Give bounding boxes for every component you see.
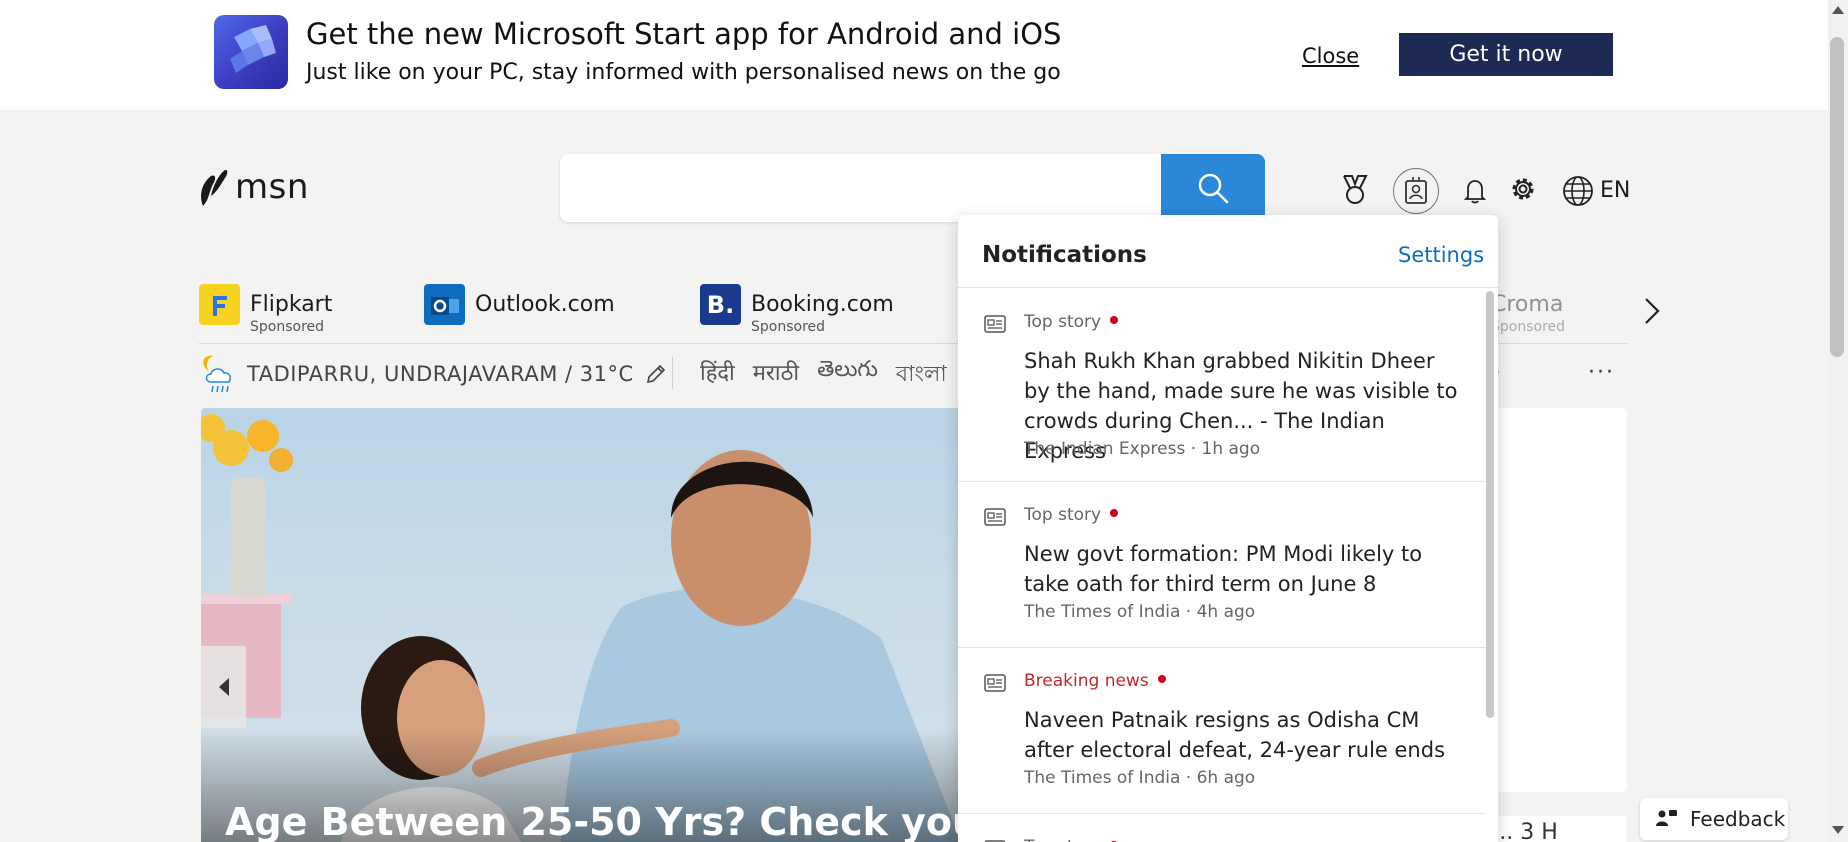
carousel-prev-button[interactable] (201, 646, 246, 728)
notification-kind: Top story (1024, 312, 1119, 332)
gear-icon[interactable] (1508, 174, 1538, 204)
weather-widget[interactable]: TADIPARRU, UNDRAJAVARAM / 31°C (199, 354, 668, 394)
promo-subtitle: Just like on your PC, stay informed with… (306, 60, 1061, 85)
news-icon (984, 508, 1006, 526)
unread-dot (1157, 675, 1166, 683)
quicklink-booking[interactable]: B. Booking.com Sponsored (700, 284, 894, 334)
scroll-up-arrow-icon[interactable] (1832, 6, 1844, 14)
hero-illustration (201, 414, 961, 842)
page-scrollbar-thumb[interactable] (1830, 37, 1844, 357)
notification-kind: Top story (1024, 505, 1119, 525)
notification-meta: The Times of India · 6h ago (1024, 768, 1256, 788)
moon-cloud-rain-icon (203, 355, 231, 393)
quicklink-flipkart[interactable]: Flipkart Sponsored (199, 284, 332, 334)
quicklink-name: Outlook.com (475, 292, 615, 317)
notification-item[interactable]: Breaking news Naveen Patnaik resigns as … (958, 648, 1486, 814)
language-link-hindi[interactable]: हिंदी (700, 357, 735, 394)
notification-kind: Top story (1024, 837, 1119, 842)
notifications-panel: Notifications Settings Top story Shah Ru… (958, 215, 1498, 842)
quicklink-name: Croma (1491, 292, 1564, 317)
app-promo-banner: Get the new Microsoft Start app for Andr… (0, 0, 1828, 110)
hero-title[interactable]: Age Between 25-50 Yrs? Check your Eli (225, 800, 1063, 842)
pencil-icon[interactable] (644, 362, 668, 386)
globe-icon[interactable] (1561, 174, 1595, 208)
language-link-marathi[interactable]: मराठी (753, 357, 799, 394)
notification-headline: New govt formation: PM Modi likely to ta… (1024, 542, 1423, 596)
weather-location-temp: TADIPARRU, UNDRAJAVARAM / 31°C (247, 362, 634, 386)
search-icon (1198, 173, 1229, 204)
notification-meta: The Times of India · 4h ago (1024, 602, 1256, 622)
sponsored-label: Sponsored (751, 319, 826, 335)
msn-logo[interactable]: msn (197, 166, 309, 208)
rewards-icon[interactable] (1338, 173, 1372, 207)
feedback-button[interactable]: Feedback (1640, 798, 1788, 840)
promo-close-link[interactable]: Close (1302, 44, 1359, 68)
divider (672, 357, 673, 389)
language-links: हिंदी मराठी తెలుగు বাংলা (700, 357, 947, 394)
notification-headline: Naveen Patnaik resigns as Odisha CM afte… (1024, 708, 1446, 762)
search-button[interactable] (1161, 154, 1265, 222)
unread-dot (1110, 316, 1119, 324)
quicklink-name: Booking.com (751, 292, 894, 317)
caret-left-icon (218, 678, 229, 696)
feedback-label: Feedback (1690, 807, 1786, 831)
language-link-bengali[interactable]: বাংলা (896, 357, 947, 394)
profile-icon[interactable] (1393, 168, 1439, 214)
notifications-settings-link[interactable]: Settings (1398, 243, 1484, 267)
scroll-down-arrow-icon[interactable] (1832, 826, 1844, 834)
sponsored-label: Sponsored (250, 319, 325, 335)
microsoft-start-logo (214, 15, 288, 89)
feedback-icon (1656, 810, 1677, 826)
notifications-header: Notifications Settings (958, 215, 1498, 288)
right-content-card[interactable] (1478, 408, 1627, 792)
get-it-now-button[interactable]: Get it now (1399, 33, 1613, 76)
quicklink-name: Flipkart (250, 292, 333, 317)
more-options-icon[interactable]: ··· (1588, 360, 1615, 385)
notification-item[interactable]: Top story New govt formation: PM Modi li… (958, 482, 1486, 648)
quicklinks-next-arrow-icon[interactable] (1641, 296, 1663, 326)
msn-logo-text: msn (235, 167, 309, 207)
hero-image[interactable] (201, 408, 961, 842)
bell-icon[interactable] (1462, 176, 1488, 206)
msn-butterfly-icon (201, 169, 228, 206)
booking-icon: B. (700, 284, 741, 325)
language-link-telugu[interactable]: తెలుగు (817, 357, 878, 394)
notification-meta: The Indian Express · 1h ago (1024, 439, 1261, 459)
outlook-icon (424, 284, 465, 325)
quicklink-outlook[interactable]: Outlook.com (424, 284, 615, 325)
unread-dot (1110, 509, 1119, 517)
news-icon (984, 315, 1006, 333)
search-input[interactable] (560, 154, 1166, 222)
notification-kind: Breaking news (1024, 671, 1166, 691)
news-icon (984, 674, 1006, 692)
language-selector[interactable]: EN (1600, 178, 1630, 203)
flipkart-icon (199, 284, 240, 325)
notifications-scrollbar[interactable] (1486, 291, 1494, 718)
notifications-title: Notifications (982, 242, 1147, 268)
notification-item[interactable]: Top story Shah Rukh Khan grabbed Nikitin… (958, 289, 1486, 482)
promo-title: Get the new Microsoft Start app for Andr… (306, 17, 1062, 51)
notification-item[interactable]: Top story (958, 814, 1486, 842)
sponsored-label: Sponsored (1491, 319, 1566, 335)
